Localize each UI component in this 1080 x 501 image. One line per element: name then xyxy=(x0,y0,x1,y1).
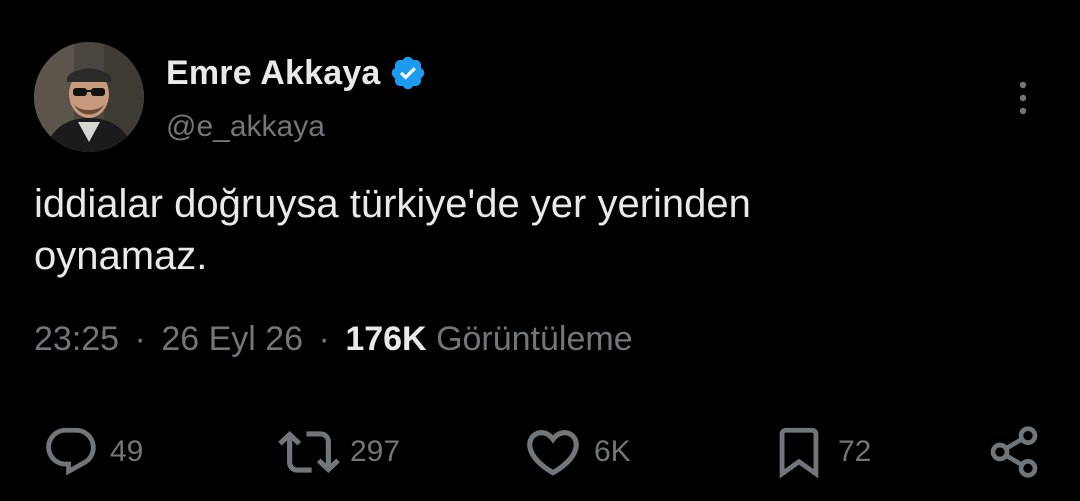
bookmark-icon xyxy=(779,427,819,479)
like-button[interactable]: 6K xyxy=(522,412,631,492)
avatar-image xyxy=(34,42,144,152)
heart-icon xyxy=(527,430,579,476)
reply-button[interactable]: 49 xyxy=(42,412,143,492)
meta-separator: · xyxy=(318,320,330,358)
views-label: Görüntüleme xyxy=(436,320,633,358)
reply-icon xyxy=(46,427,96,476)
retweet-icon xyxy=(278,431,340,473)
share-button[interactable] xyxy=(986,412,1042,492)
tweet-time[interactable]: 23:25 xyxy=(34,320,119,358)
more-options-button[interactable] xyxy=(1006,78,1040,118)
retweet-count: 297 xyxy=(350,435,401,468)
reply-count: 49 xyxy=(110,435,144,468)
tweet-text: iddialar doğruysa türkiye'de yer yerinde… xyxy=(34,178,1034,282)
tweet-text-line: oynamaz. xyxy=(34,234,208,278)
bookmark-count: 72 xyxy=(838,435,872,468)
author-handle[interactable]: @e_akkaya xyxy=(166,110,325,144)
avatar[interactable] xyxy=(34,42,144,152)
bookmark-button[interactable]: 72 xyxy=(770,412,871,492)
like-count: 6K xyxy=(594,435,631,468)
share-icon xyxy=(990,426,1038,478)
tweet: Emre Akkaya @e_akkaya iddialar doğruysa … xyxy=(0,0,1080,501)
tweet-text-line: iddialar doğruysa türkiye'de yer yerinde… xyxy=(34,182,751,226)
more-vertical-icon xyxy=(1019,81,1027,115)
meta-separator: · xyxy=(134,320,146,358)
display-name[interactable]: Emre Akkaya xyxy=(166,54,381,93)
author-name-row: Emre Akkaya xyxy=(166,50,427,96)
tweet-meta: 23:25 · 26 Eyl 26 · 176K Görüntüleme xyxy=(34,320,633,359)
views-count[interactable]: 176K xyxy=(345,320,426,358)
verified-badge-icon xyxy=(389,54,427,92)
action-bar: 49 297 6K 72 xyxy=(0,412,1080,492)
tweet-date[interactable]: 26 Eyl 26 xyxy=(161,320,303,358)
retweet-button[interactable]: 297 xyxy=(278,412,400,492)
